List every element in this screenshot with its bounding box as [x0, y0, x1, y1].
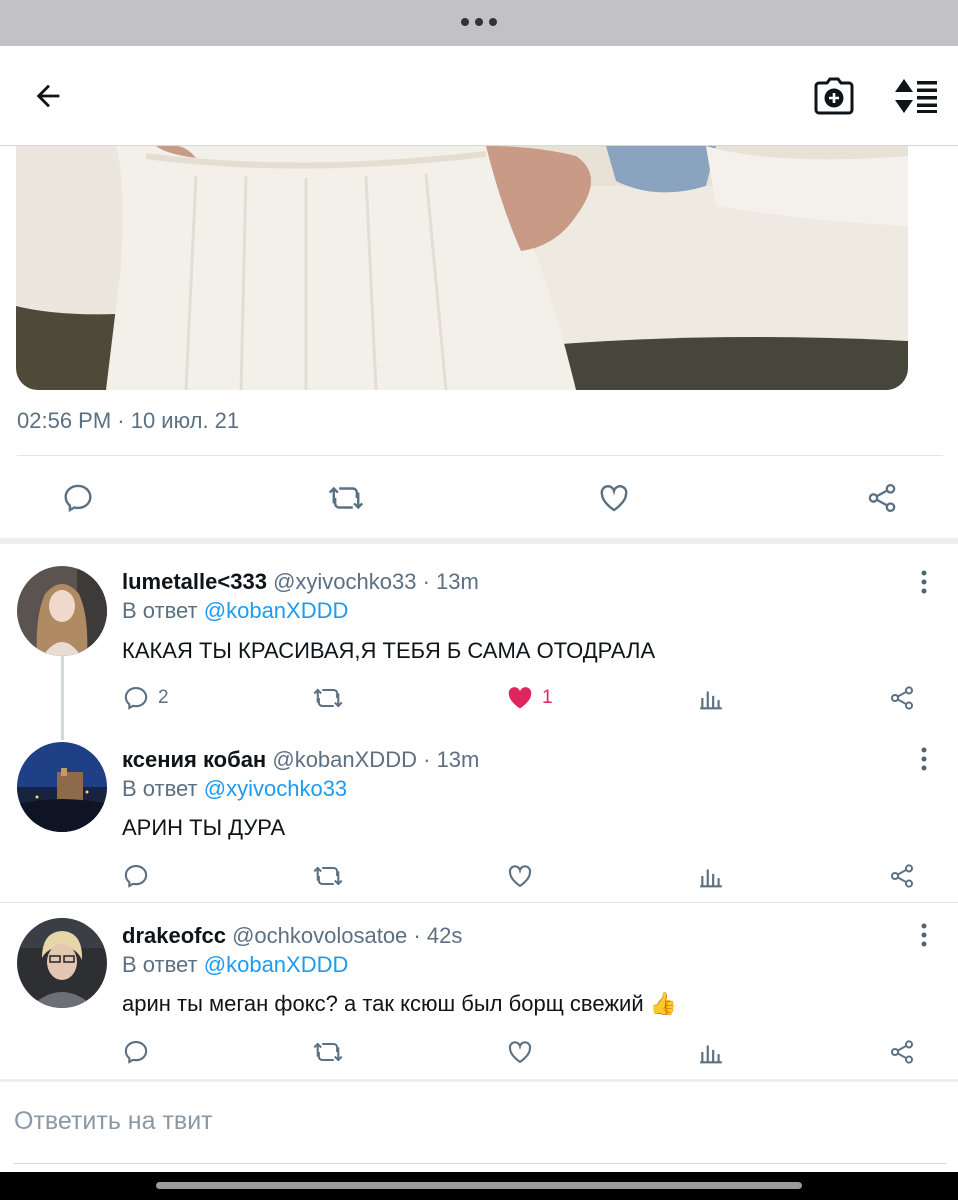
like-button[interactable] [594, 478, 634, 518]
share-action[interactable] [888, 860, 916, 892]
app-header [0, 46, 958, 146]
reply-time: 13m [436, 747, 480, 772]
reply-icon [124, 1041, 148, 1064]
divider [17, 455, 943, 456]
share-action[interactable] [888, 1036, 916, 1068]
analytics-icon [700, 869, 722, 888]
avatar[interactable] [17, 566, 107, 656]
like-icon [600, 485, 628, 512]
mention-link[interactable]: @kobanXDDD [204, 952, 349, 977]
reply-time: 13m [436, 569, 479, 594]
more-options-button[interactable] [912, 921, 936, 949]
like-count: 1 [542, 687, 553, 708]
user-name[interactable]: drakeofcc [122, 923, 226, 948]
reply-text: АРИН ТЫ ДУРА [122, 815, 286, 840]
share-action[interactable] [888, 682, 916, 714]
share-icon [890, 864, 914, 888]
retweet-icon [328, 486, 364, 510]
analytics-action[interactable] [698, 682, 724, 714]
retweet-action[interactable] [312, 860, 344, 892]
reply-header: lumetalle<333 @xyivochko33 · 13m [122, 569, 479, 594]
compose-underline [14, 1163, 946, 1164]
in-reply-label: В ответ [122, 776, 198, 801]
reply-header: drakeofcc @ochkovolosatoe · 42s [122, 923, 463, 948]
in-reply-to: В ответ @kobanXDDD [122, 598, 348, 624]
arrow-left-icon [36, 84, 60, 108]
user-name[interactable]: ксения кобан [122, 747, 266, 772]
reply-header: ксения кобан @kobanXDDD · 13m [122, 747, 480, 772]
reply-text: КАКАЯ ТЫ КРАСИВАЯ,Я ТЕБЯ Б САМА ОТОДРАЛА [122, 638, 656, 663]
reply-text: арин ты меган фокс? а так ксюш был борщ … [122, 991, 678, 1016]
avatar[interactable] [17, 742, 107, 832]
system-nav-bar [0, 1172, 958, 1200]
reply-action[interactable] [122, 1036, 150, 1068]
retweet-icon [313, 1042, 343, 1062]
share-icon [890, 1040, 914, 1064]
share-icon [890, 686, 914, 710]
reply-compose-input[interactable]: Ответить на твит [14, 1107, 213, 1136]
reply-item[interactable]: lumetalle<333 @xyivochko33 · 13m В ответ… [0, 544, 958, 720]
tweet-timestamp: 02:56 PM · 10 июл. 21 [17, 408, 240, 433]
retweet-icon [313, 866, 343, 886]
user-handle[interactable]: @ochkovolosatoe [232, 923, 407, 948]
analytics-icon [700, 691, 722, 710]
in-reply-label: В ответ [122, 598, 198, 623]
share-icon [868, 483, 896, 513]
mention-link[interactable]: @kobanXDDD [204, 598, 349, 623]
retweet-button[interactable] [326, 478, 366, 518]
sort-button[interactable] [892, 74, 940, 118]
user-name[interactable]: lumetalle<333 [122, 569, 267, 594]
camera-add-icon [814, 77, 854, 115]
like-icon [508, 1041, 532, 1064]
section-divider [0, 1079, 958, 1082]
heart-filled-icon [508, 687, 532, 709]
more-vertical-icon [921, 747, 927, 771]
home-indicator[interactable] [156, 1182, 802, 1189]
avatar-image [17, 566, 107, 656]
sort-icon [895, 79, 937, 113]
like-action[interactable]: 1 [506, 682, 553, 714]
avatar-image [17, 742, 107, 832]
reply-time: 42s [426, 923, 463, 948]
like-action[interactable] [506, 860, 534, 892]
photo-image [16, 146, 908, 390]
tweet-photo[interactable] [16, 146, 908, 390]
more-options-button[interactable] [912, 745, 936, 773]
reply-item[interactable]: drakeofcc @ochkovolosatoe · 42s В ответ … [0, 903, 958, 1079]
analytics-action[interactable] [698, 1036, 724, 1068]
in-reply-to: В ответ @kobanXDDD [122, 952, 348, 978]
reply-action[interactable] [122, 860, 150, 892]
reply-icon [124, 687, 148, 710]
more-vertical-icon [921, 570, 927, 594]
user-handle[interactable]: @kobanXDDD [272, 747, 417, 772]
like-action[interactable] [506, 1036, 534, 1068]
more-options-button[interactable] [912, 568, 936, 596]
reply-count: 2 [158, 687, 169, 708]
user-handle[interactable]: @xyivochko33 [273, 569, 416, 594]
retweet-icon [313, 688, 343, 708]
analytics-action[interactable] [698, 860, 724, 892]
like-icon [508, 865, 532, 888]
reply-action[interactable]: 2 [122, 682, 169, 714]
avatar-image [17, 918, 107, 1008]
in-reply-to: В ответ @xyivochko33 [122, 776, 347, 802]
reply-item[interactable]: ксения кобан @kobanXDDD · 13m В ответ @x… [0, 721, 958, 901]
reply-icon [64, 484, 92, 513]
avatar[interactable] [17, 918, 107, 1008]
back-button[interactable] [24, 74, 72, 118]
analytics-icon [700, 1045, 722, 1064]
mention-link[interactable]: @xyivochko33 [204, 776, 347, 801]
more-dots-icon[interactable] [461, 18, 497, 26]
more-vertical-icon [921, 923, 927, 947]
share-button[interactable] [862, 478, 902, 518]
reply-button[interactable] [58, 478, 98, 518]
retweet-action[interactable] [312, 682, 344, 714]
in-reply-label: В ответ [122, 952, 198, 977]
reply-icon [124, 865, 148, 888]
camera-button[interactable] [810, 74, 858, 118]
window-top-bar [0, 0, 958, 46]
retweet-action[interactable] [312, 1036, 344, 1068]
